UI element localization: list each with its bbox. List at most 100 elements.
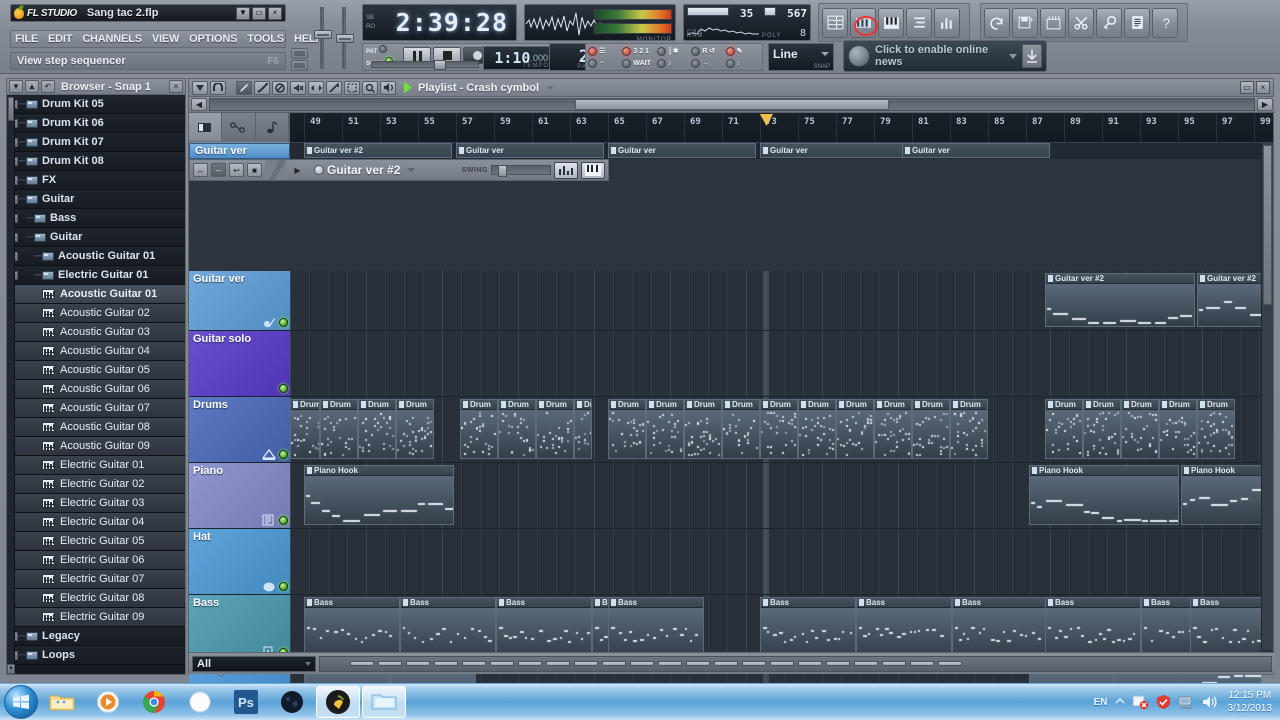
menu-edit[interactable]: EDIT: [48, 33, 72, 45]
pr-target-icon[interactable]: [314, 165, 324, 175]
playlist-clip[interactable]: Bass: [304, 597, 400, 657]
dark-app-pinned-icon[interactable]: [270, 686, 314, 718]
magnet-snap-icon[interactable]: [210, 80, 226, 95]
playlist-clip[interactable]: Drum: [1121, 399, 1159, 459]
playlist-clip[interactable]: Bass: [1190, 597, 1261, 657]
menu-file[interactable]: FILE: [15, 33, 38, 45]
playlist-clip[interactable]: Bass: [952, 597, 1048, 657]
explorer-window-task-button[interactable]: [362, 686, 406, 718]
render-button[interactable]: [1040, 7, 1066, 38]
tempo-display[interactable]: 1:10 .000 TEMPO: [483, 46, 553, 70]
keyboard-key[interactable]: [938, 661, 962, 666]
playlist-clip[interactable]: Bass: [400, 597, 496, 657]
tab-automation[interactable]: [222, 113, 256, 141]
playlist-clip[interactable]: Guitar ver #2: [1197, 273, 1261, 327]
browser-folder-item[interactable]: +─Drum Kit 08: [7, 152, 185, 171]
playlist-clip[interactable]: Drum: [536, 399, 574, 459]
browser-folder-item[interactable]: +─Drum Kit 06: [7, 114, 185, 133]
switch-step-edit[interactable]: ║✱: [656, 45, 691, 57]
menu-options[interactable]: OPTIONS: [189, 33, 237, 45]
switch-auto-scroll[interactable]: →: [691, 57, 725, 69]
piano-roll-button[interactable]: [878, 7, 904, 38]
keyboard-key[interactable]: [518, 661, 542, 666]
playlist-clip[interactable]: Bass: [496, 597, 592, 657]
mute-tool-icon[interactable]: [290, 80, 306, 95]
browser-folder-item[interactable]: +─Guitar: [7, 190, 185, 209]
switch-countdown[interactable]: 3 2 1: [622, 45, 656, 57]
playlist-clip[interactable]: Drum: [684, 399, 722, 459]
track-enable-led[interactable]: [279, 318, 288, 327]
download-icon[interactable]: [1022, 44, 1042, 68]
browser-file-item[interactable]: Acoustic Guitar 01: [7, 285, 185, 304]
playlist-clip[interactable]: Drum: [460, 399, 498, 459]
browser-file-item[interactable]: Electric Guitar 07: [7, 570, 185, 589]
playlist-clip[interactable]: Bass: [760, 597, 856, 657]
playlist-clip[interactable]: Bass: [1045, 597, 1141, 657]
switch-led[interactable]: [588, 46, 597, 56]
master-pitch-track[interactable]: [336, 7, 354, 69]
keyboard-key[interactable]: [490, 661, 514, 666]
playlist-clip[interactable]: Drum: [358, 399, 396, 459]
browser-file-item[interactable]: Acoustic Guitar 06: [7, 380, 185, 399]
browser-folder-item[interactable]: +─Guitar: [7, 228, 185, 247]
browser-scroll-down-icon[interactable]: ▼: [7, 664, 15, 674]
playlist-clip[interactable]: Drum: [836, 399, 874, 459]
track-header[interactable]: Guitar solo: [189, 331, 290, 397]
pr-keyboard-view-icon[interactable]: [581, 161, 605, 179]
playlist-clip[interactable]: Drum: [912, 399, 950, 459]
pr-play-icon[interactable]: ▶: [290, 163, 305, 177]
browser-button[interactable]: [906, 7, 932, 38]
close-icon[interactable]: ×: [268, 6, 282, 20]
chevron-down-icon[interactable]: [821, 52, 829, 56]
browser-folder-item[interactable]: +─FX: [7, 171, 185, 190]
playlist-clip[interactable]: Drum: [498, 399, 536, 459]
playlist-clip[interactable]: Piano Hook: [1029, 465, 1179, 525]
browser-tree[interactable]: +─Drum Kit 05+─Drum Kit 06+─Drum Kit 07+…: [7, 95, 185, 674]
browser-close-icon[interactable]: ×: [169, 80, 183, 93]
playlist-hscrollbar[interactable]: ◀ ▶: [189, 97, 1275, 113]
track-enable-led[interactable]: [279, 450, 288, 459]
hscroll-left-icon[interactable]: ◀: [191, 98, 207, 111]
antivirus-icon[interactable]: [1155, 694, 1171, 710]
network-icon[interactable]: [1178, 694, 1194, 710]
browser-file-item[interactable]: Electric Guitar 04: [7, 513, 185, 532]
song-position-slider[interactable]: [371, 60, 479, 70]
pr-undo-icon[interactable]: ↩: [229, 163, 244, 177]
playlist-clip[interactable]: Drum: [1083, 399, 1121, 459]
selected-track-header[interactable]: Guitar ver: [189, 143, 290, 159]
tab-clip-source[interactable]: [189, 113, 223, 141]
help-button[interactable]: ?: [1152, 7, 1178, 38]
playlist-clip[interactable]: Drum: [320, 399, 358, 459]
paint-tool-icon[interactable]: [254, 80, 270, 95]
playlist-clip[interactable]: Drum: [722, 399, 760, 459]
browser-folder-item[interactable]: +─Drum Kit 05: [7, 95, 185, 114]
browser-file-item[interactable]: Electric Guitar 01: [7, 456, 185, 475]
time-display-panel[interactable]: SB RO 2:39:28: [362, 4, 517, 41]
selected-track-clip-row[interactable]: Guitar ver #2 Guitar ver Guitar ver Guitar …: [290, 143, 1273, 159]
playlist-vscrollbar[interactable]: [1261, 143, 1273, 650]
multilink-icon[interactable]: [291, 48, 308, 59]
playlist-close-icon[interactable]: ×: [1256, 81, 1270, 94]
security-alert-icon[interactable]: [1132, 694, 1148, 710]
menu-view[interactable]: VIEW: [152, 33, 180, 45]
vscroll-thumb[interactable]: [1263, 145, 1272, 305]
keyboard-key[interactable]: [910, 661, 934, 666]
chrome-pinned-icon[interactable]: [132, 686, 176, 718]
hscroll-right-icon[interactable]: ▶: [1257, 98, 1273, 111]
playlist-filter-selector[interactable]: All: [192, 655, 316, 672]
guitar-icon[interactable]: [262, 316, 276, 328]
browser-folder-item[interactable]: +─Drum Kit 07: [7, 133, 185, 152]
mixer-button[interactable]: [934, 7, 960, 38]
switch-wait-for-input[interactable]: WAIT: [622, 57, 656, 69]
browser-folder-item[interactable]: +─Loops: [7, 646, 185, 665]
browser-file-item[interactable]: Electric Guitar 05: [7, 532, 185, 551]
swing-knob[interactable]: [498, 165, 507, 177]
browser-file-item[interactable]: Acoustic Guitar 04: [7, 342, 185, 361]
keyboard-key[interactable]: [378, 661, 402, 666]
browser-up-icon[interactable]: ▲: [25, 80, 39, 93]
switch-metronome[interactable]: ◔: [588, 57, 622, 69]
explorer-pinned-icon[interactable]: [40, 686, 84, 718]
browser-file-item[interactable]: Acoustic Guitar 05: [7, 361, 185, 380]
switch-led[interactable]: [725, 58, 735, 68]
playlist-maximize-icon[interactable]: ▭: [1240, 81, 1254, 94]
